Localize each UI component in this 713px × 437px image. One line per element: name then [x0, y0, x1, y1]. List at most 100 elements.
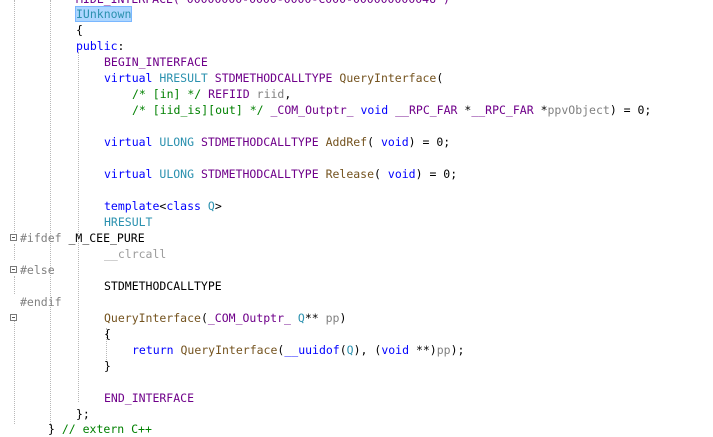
code-line[interactable]: virtual ULONG STDMETHODCALLTYPE Release(…	[104, 166, 457, 182]
code-line[interactable]: #else	[20, 262, 55, 278]
code-token: ), (	[353, 343, 382, 357]
code-editor[interactable]: MIDL_INTERFACE("00000000-0000-0000-C000-…	[0, 0, 713, 436]
code-token: ,	[284, 87, 292, 101]
code-token: pp	[325, 311, 340, 325]
code-line[interactable]: virtual HRESULT STDMETHODCALLTYPE QueryI…	[104, 70, 443, 86]
code-token: pp	[436, 343, 451, 357]
code-token: __RPC_FAR	[395, 103, 465, 117]
code-token: #endif	[20, 295, 62, 309]
code-line[interactable]: /* [iid_is][out] */ _COM_Outptr_ void __…	[132, 102, 651, 118]
code-token: (	[339, 343, 347, 357]
indent-guide	[14, 0, 15, 232]
code-line[interactable]: HRESULT	[104, 214, 152, 230]
code-token: QueryInterface	[104, 311, 201, 325]
code-token: STDMETHODCALLTYPE	[200, 167, 326, 181]
code-token: *	[540, 103, 548, 117]
code-token: HRESULT	[159, 71, 215, 85]
code-token: (	[200, 311, 208, 325]
code-token: QueryInterface	[339, 71, 437, 85]
code-line[interactable]: } // extern C++	[48, 421, 152, 437]
code-token: class	[166, 199, 208, 213]
code-token: return	[132, 343, 181, 357]
code-token: BEGIN_INTERFACE	[104, 55, 208, 69]
code-token: }	[104, 359, 111, 373]
code-line[interactable]: STDMETHODCALLTYPE	[104, 278, 222, 294]
code-token: STDMETHODCALLTYPE	[214, 71, 340, 85]
code-token: )	[339, 311, 347, 325]
code-token: // extern C++	[54, 422, 152, 436]
code-token: #else	[20, 263, 55, 277]
code-token: );	[450, 343, 465, 357]
collapse-method-icon[interactable]	[10, 314, 17, 321]
code-token: QueryInterface	[180, 343, 278, 357]
code-token: public	[76, 39, 118, 53]
indent-guide	[50, 0, 51, 428]
code-token: :	[117, 39, 125, 53]
code-token: virtual	[104, 167, 160, 181]
code-token: __clrcall	[104, 247, 167, 261]
code-token: void	[380, 135, 409, 149]
code-token: #ifdef	[20, 231, 69, 245]
code-line[interactable]: /* [in] */ REFIID riid,	[132, 86, 291, 102]
code-token: **	[304, 311, 326, 325]
code-token: /* [in] */	[132, 87, 209, 101]
code-token: ULONG	[159, 135, 201, 149]
code-token: (	[374, 167, 388, 181]
code-line[interactable]: IUnknown	[74, 6, 133, 22]
code-token: (	[367, 135, 381, 149]
code-token: AddRef	[325, 135, 368, 149]
code-token: >	[214, 199, 222, 213]
collapse-ifdef-icon[interactable]	[10, 234, 17, 241]
code-token: }	[48, 422, 55, 436]
indent-guide	[14, 320, 15, 424]
code-token: **)	[415, 343, 437, 357]
code-line[interactable]: {	[104, 326, 111, 342]
code-token: /* [iid_is][out] */	[132, 103, 271, 117]
indent-guide	[14, 244, 15, 260]
code-token: riid	[256, 87, 285, 101]
selected-token: IUnknown	[74, 6, 133, 22]
code-token: {	[104, 327, 111, 341]
code-token: _M_CEE_PURE	[68, 231, 145, 245]
code-line[interactable]: #ifdef _M_CEE_PURE	[20, 230, 145, 246]
code-token: HRESULT	[104, 215, 153, 229]
code-token: Release	[325, 167, 375, 181]
code-line[interactable]: MIDL_INTERFACE("00000000-0000-0000-C000-…	[76, 0, 450, 7]
code-line[interactable]: template<class Q>	[104, 198, 222, 214]
code-line[interactable]: END_INTERFACE	[104, 390, 194, 406]
code-line[interactable]: __clrcall	[104, 246, 166, 262]
code-token: Q	[207, 199, 215, 213]
code-token: STDMETHODCALLTYPE	[200, 135, 326, 149]
code-token: template	[104, 199, 160, 213]
indent-guide	[78, 52, 79, 402]
code-line[interactable]: public:	[76, 38, 124, 54]
code-token: __RPC_FAR	[471, 103, 541, 117]
code-line[interactable]: BEGIN_INTERFACE	[104, 54, 208, 70]
code-token: ) = 0;	[415, 167, 458, 181]
code-line[interactable]: };	[76, 406, 90, 422]
code-line[interactable]: return QueryInterface(__uuidof(Q), (void…	[132, 342, 464, 358]
code-token: MIDL_INTERFACE("00000000-0000-0000-C000-…	[76, 0, 450, 6]
code-token: _COM_Outptr_	[207, 311, 298, 325]
indent-guide	[14, 276, 15, 294]
code-line[interactable]: QueryInterface(_COM_Outptr_ Q** pp)	[104, 310, 346, 326]
code-token: void	[387, 167, 416, 181]
code-token: ULONG	[159, 167, 201, 181]
code-token: END_INTERFACE	[104, 391, 195, 405]
code-token: Q	[346, 343, 354, 357]
code-token: (	[436, 71, 444, 85]
code-token: virtual	[104, 71, 160, 85]
code-token: void	[381, 343, 416, 357]
code-token: __uuidof	[284, 343, 340, 357]
code-line[interactable]: virtual ULONG STDMETHODCALLTYPE AddRef( …	[104, 134, 450, 150]
code-line[interactable]: {	[76, 22, 83, 38]
code-token: ppvObject	[547, 103, 610, 117]
code-token: {	[76, 23, 83, 37]
code-token: REFIID	[208, 87, 257, 101]
code-token: };	[76, 407, 90, 421]
code-line[interactable]: }	[104, 358, 111, 374]
code-token: void	[360, 103, 396, 117]
collapse-else-icon[interactable]	[10, 266, 17, 273]
code-line[interactable]: #endif	[20, 294, 62, 310]
code-token: ) = 0;	[609, 103, 652, 117]
